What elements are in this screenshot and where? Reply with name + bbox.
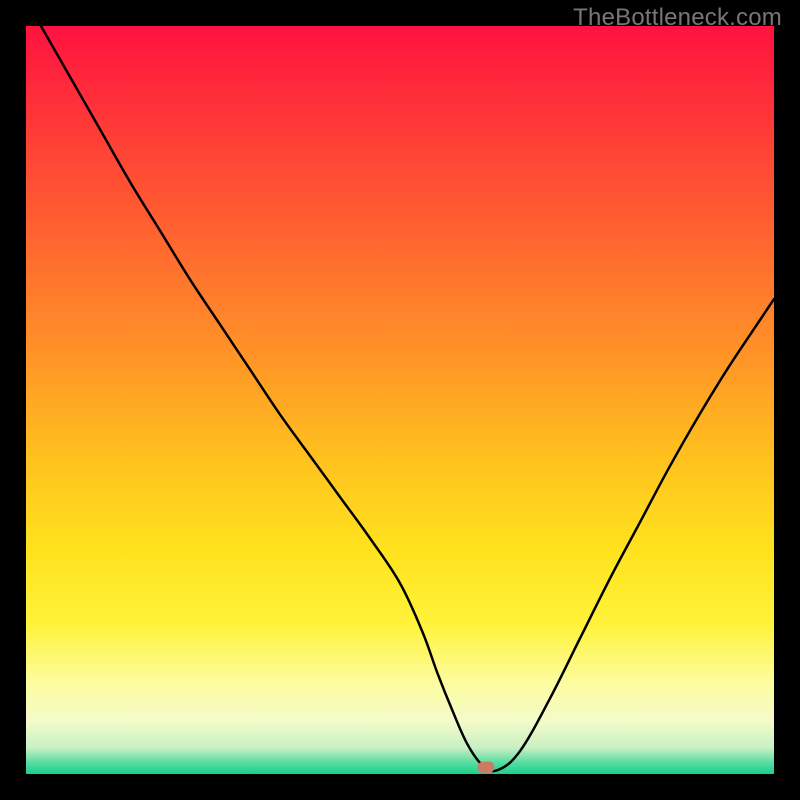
gradient-background bbox=[26, 26, 774, 774]
watermark-text: TheBottleneck.com bbox=[573, 4, 782, 32]
plot-area bbox=[26, 26, 774, 774]
chart-svg bbox=[26, 26, 774, 774]
chart-frame: TheBottleneck.com bbox=[0, 0, 800, 800]
minimum-marker bbox=[478, 762, 494, 773]
